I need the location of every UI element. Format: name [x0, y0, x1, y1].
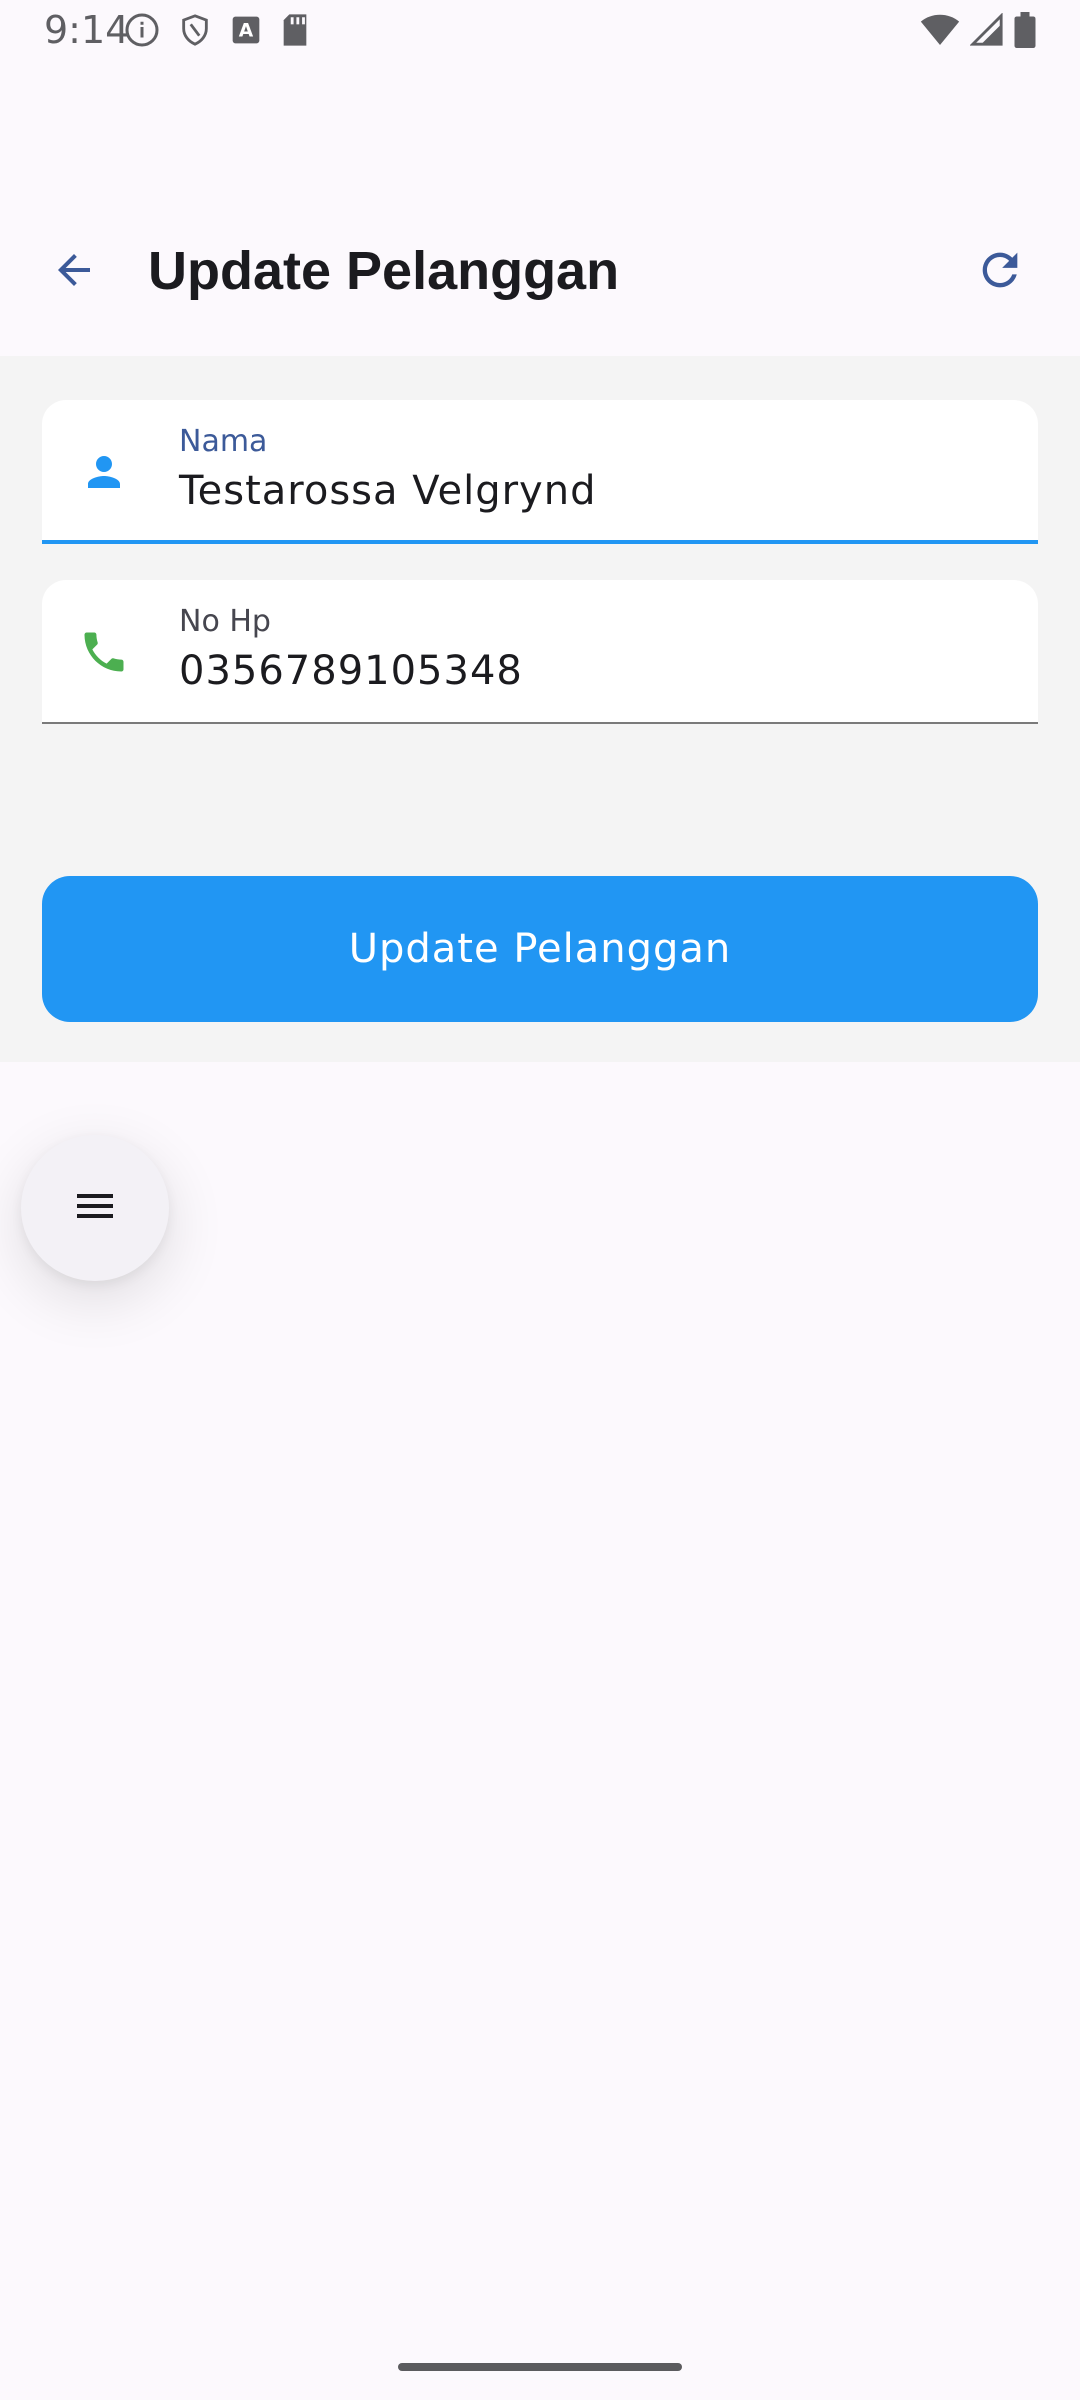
nama-input[interactable]: Testarossa Velgrynd — [179, 468, 596, 514]
svg-text:A: A — [239, 20, 254, 41]
status-bar: 9:14 A — [0, 0, 1080, 64]
info-icon — [124, 12, 160, 53]
menu-icon — [71, 1182, 119, 1235]
shield-icon — [178, 12, 212, 53]
page-title: Update Pelanggan — [148, 241, 620, 301]
refresh-icon — [974, 244, 1026, 301]
no-hp-input[interactable]: 0356789105348 — [179, 648, 523, 694]
sd-card-icon — [280, 13, 310, 52]
no-hp-label: No Hp — [179, 604, 271, 639]
app-bar: Update Pelanggan — [0, 200, 1080, 356]
arrow-back-icon — [50, 246, 98, 299]
home-indicator[interactable] — [398, 2363, 682, 2371]
phone-icon — [76, 624, 132, 680]
cell-signal-icon — [969, 11, 1004, 52]
status-time: 9:14 — [44, 8, 130, 52]
form-container: Nama Testarossa Velgrynd No Hp 035678910… — [0, 356, 1080, 1062]
update-pelanggan-button[interactable]: Update Pelanggan — [42, 876, 1038, 1022]
text-a-icon: A — [230, 14, 262, 51]
person-icon — [76, 444, 132, 500]
battery-icon — [1014, 11, 1036, 53]
status-icons-left: A — [124, 12, 310, 52]
nama-field[interactable]: Nama Testarossa Velgrynd — [42, 400, 1038, 544]
menu-fab[interactable] — [21, 1135, 169, 1281]
wifi-icon — [920, 13, 960, 52]
refresh-button[interactable] — [964, 236, 1036, 308]
nama-label: Nama — [179, 424, 268, 459]
back-button[interactable] — [38, 236, 110, 308]
status-icons-right — [920, 11, 1036, 53]
no-hp-field[interactable]: No Hp 0356789105348 — [42, 580, 1038, 724]
